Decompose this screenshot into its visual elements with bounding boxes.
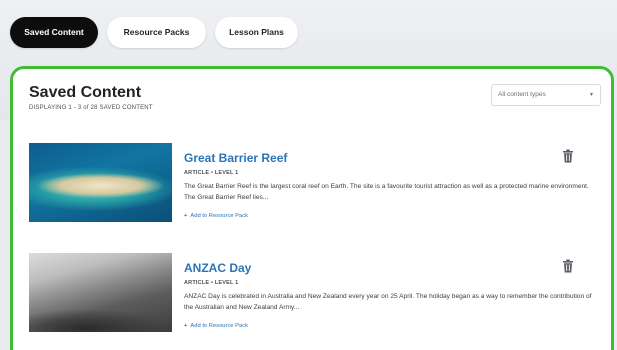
item-title-link[interactable]: ANZAC Day (184, 261, 251, 275)
chevron-down-icon: ▾ (589, 92, 593, 98)
add-to-resource-pack-label: Add to Resource Pack (190, 213, 249, 219)
plus-icon: + (184, 323, 188, 329)
item-thumbnail[interactable] (29, 143, 172, 222)
add-to-resource-pack-link[interactable]: + Add to Resource Pack (184, 213, 248, 219)
tab-lesson-plans[interactable]: Lesson Plans (215, 17, 298, 48)
content-type-select[interactable]: All content types ▾ (491, 84, 601, 106)
item-description: The Great Barrier Reef is the largest co… (184, 183, 589, 201)
add-to-resource-pack-link[interactable]: + Add to Resource Pack (184, 323, 248, 329)
item-meta: ARTICLE • LEVEL 1 (184, 280, 239, 286)
content-tabs: Saved Content Resource Packs Lesson Plan… (10, 17, 298, 48)
results-count: DISPLAYING 1 - 3 of 28 SAVED CONTENT (29, 105, 153, 111)
item-meta: ARTICLE • LEVEL 1 (184, 170, 239, 176)
tab-resource-packs[interactable]: Resource Packs (107, 17, 206, 48)
tab-saved-content[interactable]: Saved Content (10, 17, 98, 48)
item-title-link[interactable]: Great Barrier Reef (184, 151, 287, 165)
item-description: ANZAC Day is celebrated in Australia and… (184, 293, 592, 311)
page-title: Saved Content (29, 84, 142, 101)
add-to-resource-pack-label: Add to Resource Pack (190, 323, 249, 329)
item-thumbnail[interactable] (29, 253, 172, 332)
plus-icon: + (184, 213, 188, 219)
trash-icon[interactable] (562, 149, 574, 163)
saved-content-panel: Saved Content DISPLAYING 1 - 3 of 28 SAV… (10, 66, 614, 350)
content-type-select-value: All content types (498, 91, 546, 98)
trash-icon[interactable] (562, 259, 574, 273)
